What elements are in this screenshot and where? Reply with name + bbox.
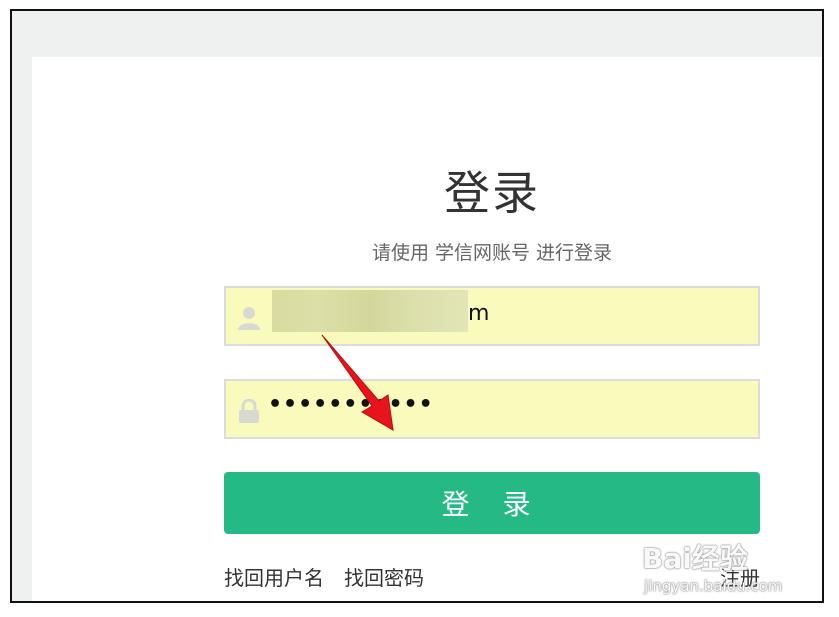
password-field[interactable]: ••••••••••• — [224, 379, 760, 439]
find-username-link[interactable]: 找回用户名 — [224, 562, 324, 591]
watermark-url: jingyan.baidu.com — [644, 577, 783, 595]
lock-icon — [239, 399, 259, 423]
password-value: ••••••••••• — [268, 392, 434, 417]
watermark: Bai经验 jingyan.baidu.com — [642, 537, 802, 599]
screenshot-frame: 登录 请使用 学信网账号 进行登录 m ••••••••••• 登 录 找回用户… — [10, 9, 824, 603]
redacted-username — [272, 290, 468, 332]
find-password-link[interactable]: 找回密码 — [344, 562, 424, 591]
login-card: 登录 请使用 学信网账号 进行登录 m ••••••••••• 登 录 找回用户… — [32, 57, 822, 601]
login-button[interactable]: 登 录 — [224, 472, 760, 534]
username-field[interactable]: m — [224, 286, 760, 346]
user-icon — [238, 307, 260, 330]
page-subtitle: 请使用 学信网账号 进行登录 — [371, 242, 613, 264]
username-value: m — [468, 301, 490, 326]
page-title: 登录 — [444, 166, 540, 220]
watermark-brand: Bai经验 — [642, 542, 748, 575]
